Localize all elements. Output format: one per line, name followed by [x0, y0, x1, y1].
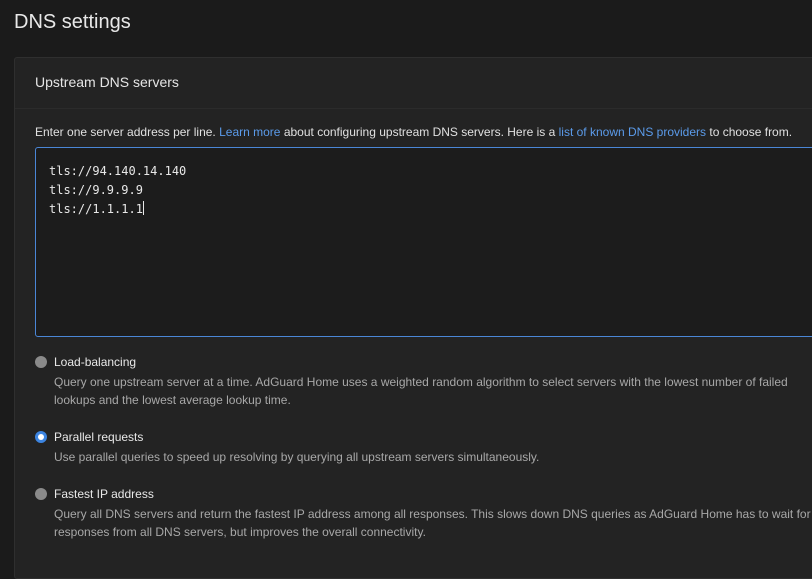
- server-line: tls://94.140.14.140: [49, 164, 187, 178]
- load-balancing-radio[interactable]: [35, 356, 47, 368]
- server-line-text: tls://1.1.1.1: [49, 202, 143, 216]
- page-title: DNS settings: [14, 11, 131, 33]
- learn-more-link[interactable]: Learn more: [219, 125, 280, 139]
- text-cursor: [142, 201, 144, 215]
- dns-providers-link[interactable]: list of known DNS providers: [559, 125, 706, 139]
- load-balancing-description: Query one upstream server at a time. AdG…: [54, 375, 788, 407]
- upstream-dns-card: Upstream DNS servers Enter one server ad…: [14, 57, 812, 579]
- parallel-requests-description: Use parallel queries to speed up resolvi…: [54, 450, 540, 464]
- card-header: Upstream DNS servers: [15, 58, 812, 109]
- fastest-ip-label[interactable]: Fastest IP address: [54, 487, 154, 501]
- help-prefix: Enter one server address per line.: [35, 125, 216, 139]
- help-suffix: to choose from.: [709, 125, 793, 139]
- fastest-ip-radio[interactable]: [35, 488, 47, 500]
- dns-settings-page: DNS settings Upstream DNS servers Enter …: [0, 0, 812, 579]
- help-middle: about configuring upstream DNS servers. …: [283, 125, 556, 139]
- parallel-requests-radio[interactable]: [35, 431, 47, 443]
- server-line: tls://1.1.1.1: [49, 200, 812, 219]
- load-balancing-label[interactable]: Load-balancing: [54, 355, 136, 369]
- parallel-requests-label[interactable]: Parallel requests: [54, 430, 143, 444]
- fastest-ip-description: Query all DNS servers and return the fas…: [54, 507, 811, 539]
- upstream-servers-textarea[interactable]: tls://94.140.14.140 tls://9.9.9.9 tls://1.…: [35, 147, 812, 337]
- upstream-help-text: Enter one server address per line. Learn…: [35, 125, 792, 139]
- server-line: tls://9.9.9.9: [49, 183, 143, 197]
- section-title: Upstream DNS servers: [35, 74, 179, 90]
